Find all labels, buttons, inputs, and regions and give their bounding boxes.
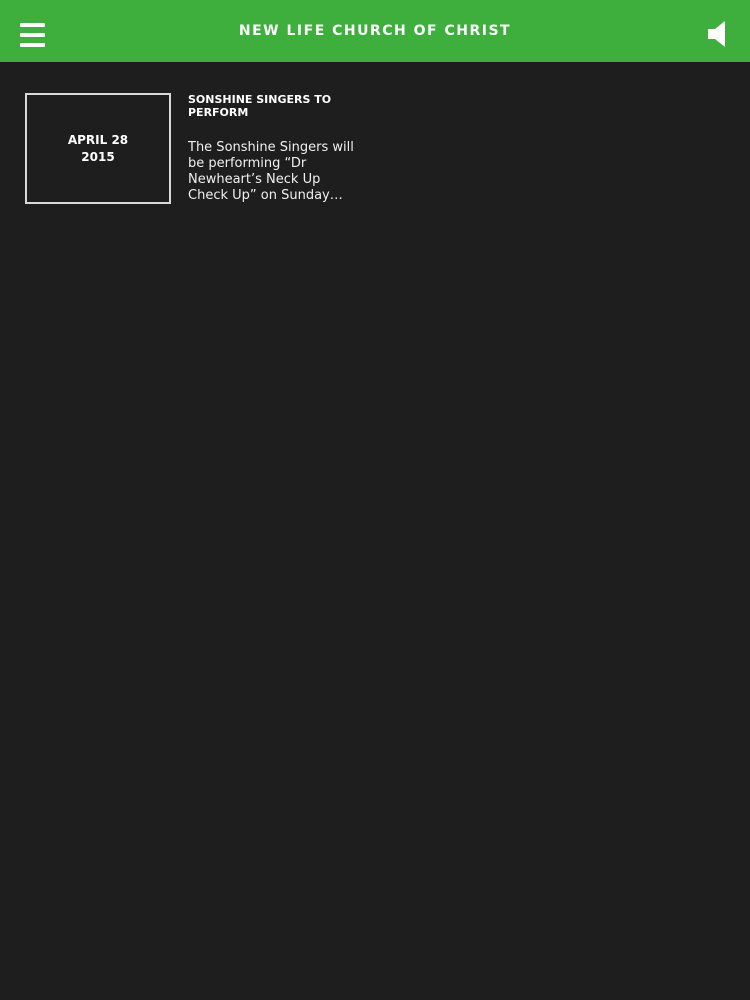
hamburger-menu-icon-bar-middle <box>20 33 45 37</box>
sound-toggle-button[interactable] <box>708 20 728 48</box>
news-list-item[interactable]: APRIL 28 2015 SONSHINE SINGERS TO PERFOR… <box>25 93 365 205</box>
news-date-month-day: APRIL 28 <box>67 132 129 147</box>
hamburger-menu-icon-bar-bottom <box>20 43 45 47</box>
hamburger-menu-icon-bar-top <box>20 23 45 27</box>
app-screen: NEW LIFE CHURCH OF CHRIST APRIL 28 2015 … <box>0 0 750 1000</box>
news-date-box: APRIL 28 2015 <box>25 93 171 204</box>
news-text-block: SONSHINE SINGERS TO PERFORM The Sonshine… <box>188 93 363 204</box>
news-excerpt: The Sonshine Singers will be performing … <box>188 140 354 203</box>
page-title: NEW LIFE CHURCH OF CHRIST <box>238 23 512 39</box>
news-date-year: 2015 <box>81 149 115 164</box>
speaker-icon <box>708 21 725 47</box>
news-title[interactable]: SONSHINE SINGERS TO PERFORM <box>188 93 363 119</box>
menu-button[interactable] <box>20 23 45 47</box>
app-header: NEW LIFE CHURCH OF CHRIST <box>0 0 750 62</box>
